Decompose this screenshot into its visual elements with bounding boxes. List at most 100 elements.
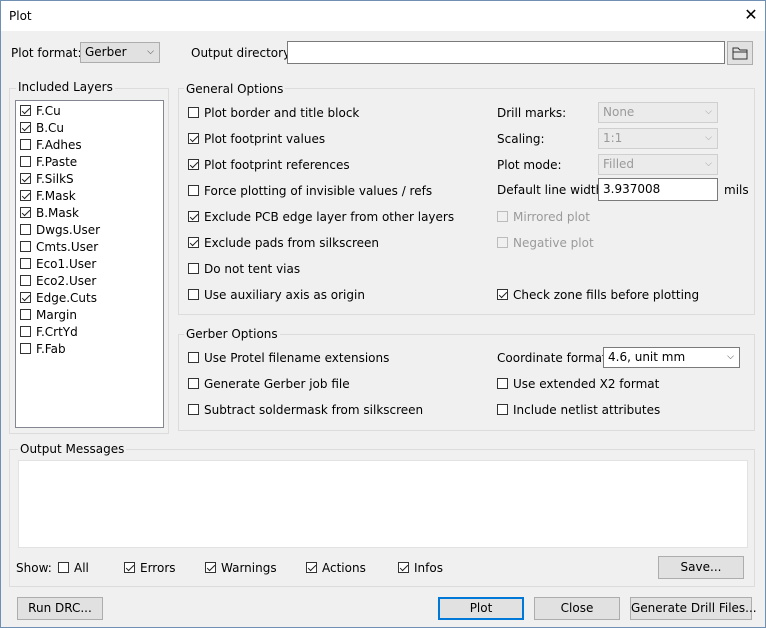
gerber-options-title: Gerber Options xyxy=(184,327,280,341)
general-option-label: Do not tent vias xyxy=(204,262,301,276)
general-option-label: Exclude pads from silkscreen xyxy=(204,236,379,250)
checkbox-box xyxy=(20,292,31,303)
general-option-label: Plot footprint references xyxy=(204,158,350,172)
chevron-down-icon: ⌵ xyxy=(705,133,712,143)
plot-format-label: Plot format: xyxy=(11,46,82,60)
coordinate-format-select[interactable]: 4.6, unit mm ⌵ xyxy=(603,347,740,368)
included-layers-title: Included Layers xyxy=(16,80,115,94)
folder-icon xyxy=(732,47,748,60)
plot-mode-select[interactable]: Filled ⌵ xyxy=(598,154,718,175)
layer-item-label: Eco2.User xyxy=(36,274,97,288)
checkbox-box xyxy=(188,378,199,389)
mirrored-plot-label: Mirrored plot xyxy=(513,210,590,224)
checkbox-box xyxy=(58,562,69,573)
layer-item-label: Dwgs.User xyxy=(36,223,101,237)
gerber-job-file-label: Generate Gerber job file xyxy=(204,377,350,391)
generate-drill-files-button[interactable]: Generate Drill Files... xyxy=(630,597,757,620)
line-width-unit: mils xyxy=(724,183,749,197)
checkbox-box xyxy=(188,211,199,222)
checkbox-box xyxy=(20,343,31,354)
layer-item-label: F.Fab xyxy=(36,342,66,356)
layer-item-label: Eco1.User xyxy=(36,257,97,271)
checkbox-box xyxy=(20,173,31,184)
show-all-label: All xyxy=(74,561,89,575)
plot-mode-value: Filled xyxy=(603,157,635,171)
coordinate-format-value: 4.6, unit mm xyxy=(608,350,686,364)
plot-mode-label: Plot mode: xyxy=(497,158,562,172)
chevron-down-icon: ⌵ xyxy=(147,47,154,57)
layer-item-label: Cmts.User xyxy=(36,240,99,254)
checkbox-box xyxy=(497,378,508,389)
general-option-label: Use auxiliary axis as origin xyxy=(204,288,365,302)
drill-marks-label: Drill marks: xyxy=(497,106,567,120)
show-label: Show: xyxy=(16,561,52,575)
layer-item-label: F.Cu xyxy=(36,104,61,118)
close-button[interactable]: Close xyxy=(534,597,620,620)
checkbox-box xyxy=(188,185,199,196)
layer-item-label: B.Cu xyxy=(36,121,65,135)
checkbox-box xyxy=(306,562,317,573)
layer-item-label: Margin xyxy=(36,308,77,322)
checkbox-box xyxy=(398,562,409,573)
browse-directory-button[interactable] xyxy=(727,41,753,65)
save-messages-button[interactable]: Save... xyxy=(658,556,744,579)
checkbox-box xyxy=(188,107,199,118)
plot-button[interactable]: Plot xyxy=(438,597,524,620)
checkbox-box xyxy=(497,404,508,415)
checkbox-box xyxy=(497,211,508,222)
extended-x2-label: Use extended X2 format xyxy=(513,377,660,391)
checkbox-box xyxy=(20,326,31,337)
checkbox-box xyxy=(20,190,31,201)
checkbox-box xyxy=(188,263,199,274)
checkbox-box xyxy=(20,241,31,252)
checkbox-box xyxy=(188,289,199,300)
checkbox-box xyxy=(20,122,31,133)
show-infos-label: Infos xyxy=(414,561,443,575)
general-option-label: Exclude PCB edge layer from other layers xyxy=(204,210,455,224)
check-zone-fills-label: Check zone fills before plotting xyxy=(513,288,700,302)
checkbox-box xyxy=(188,159,199,170)
show-actions-label: Actions xyxy=(322,561,366,575)
general-options-title: General Options xyxy=(184,82,286,96)
netlist-attributes-label: Include netlist attributes xyxy=(513,403,661,417)
checkbox-box xyxy=(20,139,31,150)
checkbox-box xyxy=(188,237,199,248)
title-bar: Plot ✕ xyxy=(1,1,765,31)
layer-item-label: F.CrtYd xyxy=(36,325,78,339)
general-option-label: Plot footprint values xyxy=(204,132,326,146)
show-warnings-label: Warnings xyxy=(221,561,277,575)
coordinate-format-label: Coordinate format: xyxy=(497,351,611,365)
layer-item-label: F.SilkS xyxy=(36,172,74,186)
checkbox-box xyxy=(20,105,31,116)
checkbox-box xyxy=(188,133,199,144)
run-drc-button[interactable]: Run DRC... xyxy=(17,597,103,620)
close-icon[interactable]: ✕ xyxy=(741,5,761,25)
layer-list[interactable]: F.Cu B.Cu F.Adhes F.Paste F.SilkS F.Mask B.Mas… xyxy=(15,100,164,428)
chevron-down-icon: ⌵ xyxy=(705,107,712,117)
checkbox-box xyxy=(20,258,31,269)
checkbox-box xyxy=(497,237,508,248)
default-line-width-label: Default line width: xyxy=(497,183,608,197)
checkbox-box xyxy=(124,562,135,573)
plot-format-value: Gerber xyxy=(85,45,127,59)
scaling-select[interactable]: 1:1 ⌵ xyxy=(598,128,718,149)
show-errors-label: Errors xyxy=(140,561,176,575)
layer-item-label: F.Adhes xyxy=(36,138,82,152)
negative-plot-label: Negative plot xyxy=(513,236,594,250)
chevron-down-icon: ⌵ xyxy=(705,159,712,169)
layer-item-label: Edge.Cuts xyxy=(36,291,97,305)
drill-marks-select[interactable]: None ⌵ xyxy=(598,102,718,123)
plot-format-select[interactable]: Gerber ⌵ xyxy=(80,42,160,63)
output-directory-input[interactable] xyxy=(287,41,725,64)
checkbox-box xyxy=(20,309,31,320)
output-directory-label: Output directory: xyxy=(191,46,294,60)
checkbox-box xyxy=(188,352,199,363)
checkbox-box xyxy=(497,289,508,300)
window-title: Plot xyxy=(9,9,32,23)
checkbox-box xyxy=(20,275,31,286)
default-line-width-input[interactable]: 3.937008 xyxy=(598,178,718,201)
layer-item-label: B.Mask xyxy=(36,206,79,220)
layer-item-label: F.Paste xyxy=(36,155,78,169)
output-messages-box[interactable] xyxy=(18,460,748,548)
scaling-label: Scaling: xyxy=(497,132,545,146)
